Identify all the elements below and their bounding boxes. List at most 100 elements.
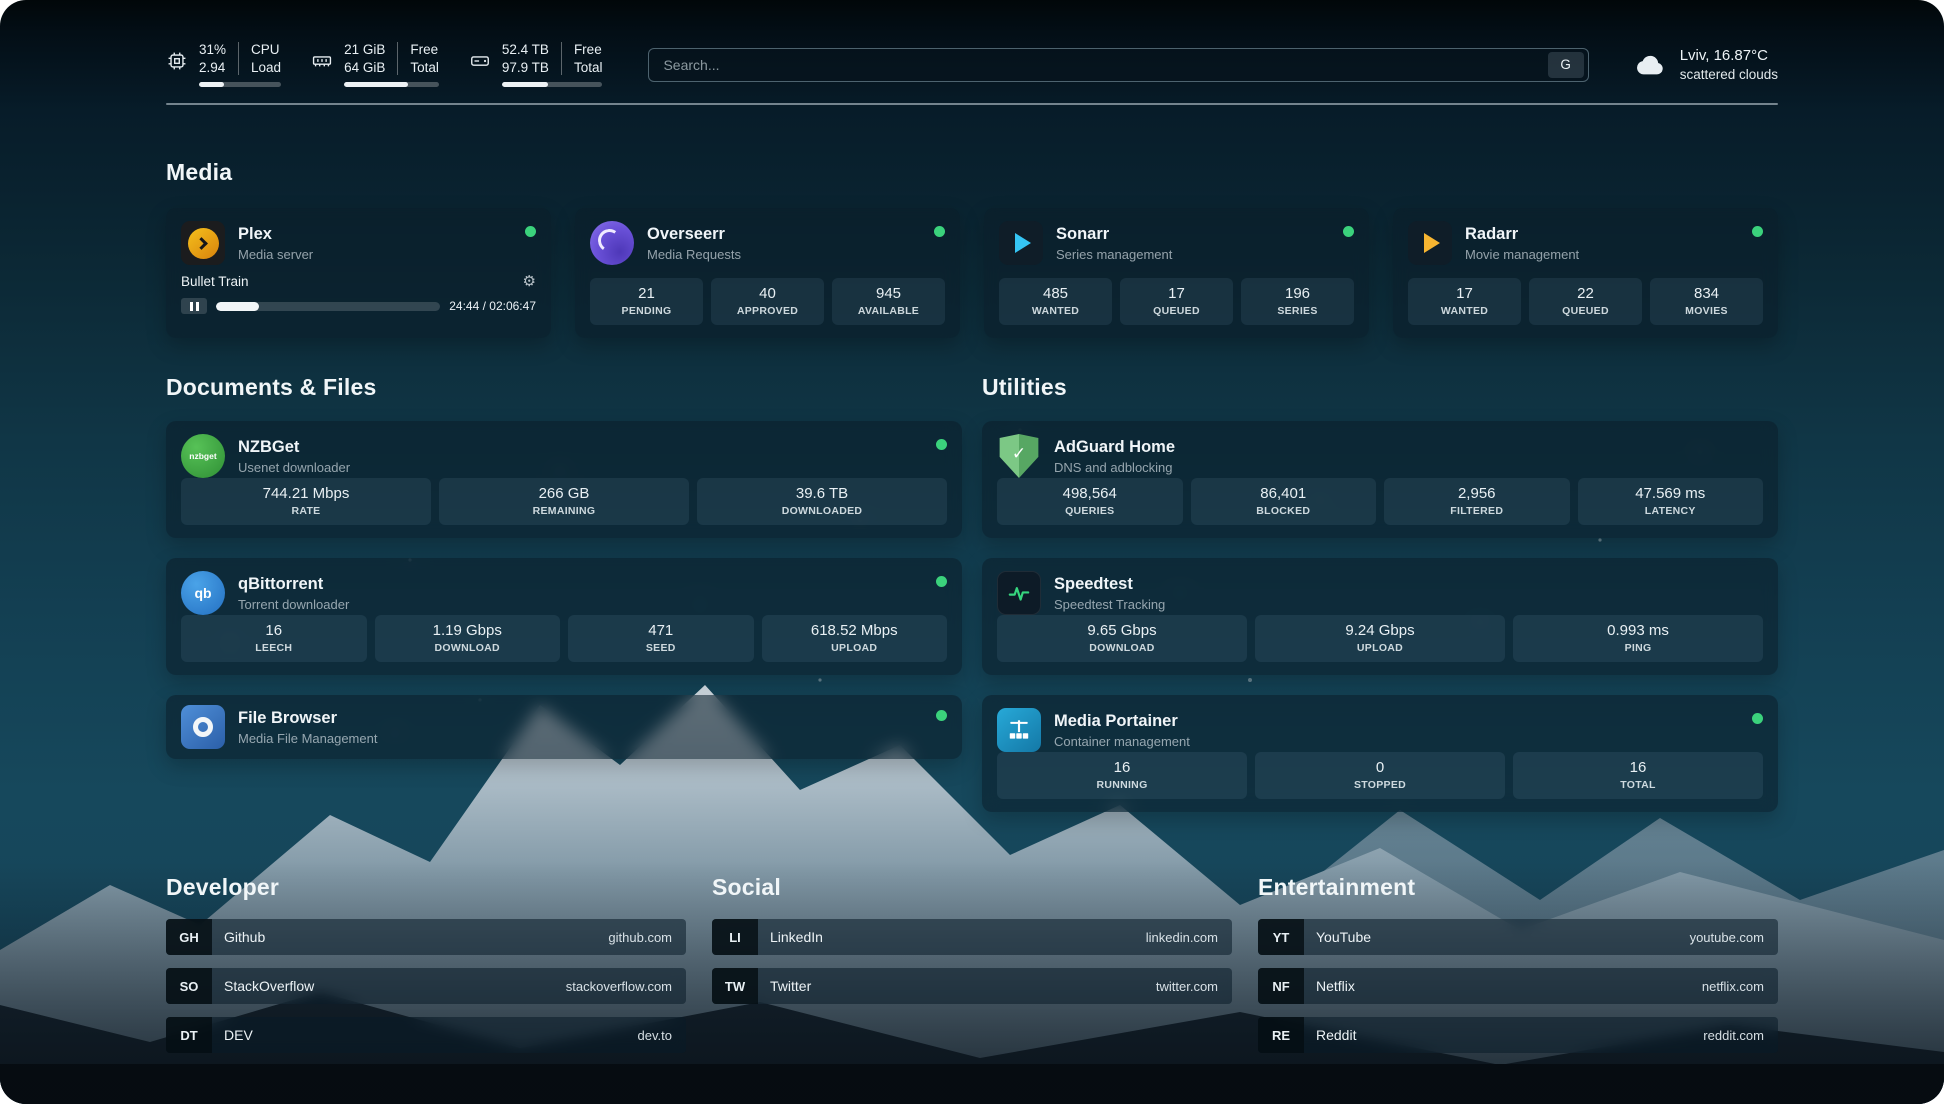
plex-now-playing-title: Bullet Train [181, 274, 249, 289]
radarr-card[interactable]: Radarr Movie management 17 WANTED 22 QUE… [1393, 208, 1778, 338]
stat-label: SERIES [1247, 305, 1348, 317]
stat-label: PENDING [596, 305, 697, 317]
bookmark-url: reddit.com [1703, 1028, 1778, 1043]
sonarr-icon [999, 221, 1043, 265]
filebrowser-card[interactable]: File Browser Media File Management [166, 695, 962, 759]
pause-button[interactable] [181, 298, 207, 314]
stat-label: APPROVED [717, 305, 818, 317]
ram-icon [311, 50, 333, 72]
documents-section-title: Documents & Files [166, 374, 962, 401]
sonarr-status-dot [1343, 226, 1354, 237]
stat-value: 485 [1005, 285, 1106, 302]
qbittorrent-card[interactable]: qb qBittorrent Torrent downloader 16 LEE… [166, 558, 962, 675]
portainer-card[interactable]: Media Portainer Container management 16 … [982, 695, 1778, 812]
bookmark-name: DEV [224, 1027, 253, 1043]
disk-icon [469, 50, 491, 72]
bookmark-url: youtube.com [1690, 930, 1778, 945]
stat-value: 9.24 Gbps [1261, 622, 1499, 639]
stat-label: SEED [574, 642, 748, 654]
plex-progress-time: 24:44 / 02:06:47 [449, 299, 536, 313]
overseerr-card[interactable]: Overseerr Media Requests 21 PENDING 40 A… [575, 208, 960, 338]
stat-value: 40 [717, 285, 818, 302]
weather-location-temp: Lviv, 16.87°C [1680, 47, 1778, 64]
stat-box: 17 WANTED [1408, 278, 1521, 325]
bookmark-twitter[interactable]: TW Twitter twitter.com [712, 968, 1232, 1004]
stat-label: WANTED [1414, 305, 1515, 317]
cpu-usage-fill [199, 82, 224, 87]
dashboard-screen: 31% 2.94 CPU Load [0, 0, 1944, 1104]
stat-value: 47.569 ms [1584, 485, 1758, 502]
linkedin-favicon: LI [712, 919, 758, 955]
disk-usage-fill [502, 82, 548, 87]
bookmark-stackoverflow[interactable]: SO StackOverflow stackoverflow.com [166, 968, 686, 1004]
media-section-title: Media [166, 159, 1778, 186]
nzbget-status-dot [936, 439, 947, 450]
stat-value: 9.65 Gbps [1003, 622, 1241, 639]
plex-icon [181, 221, 225, 265]
search-input[interactable] [649, 57, 1547, 73]
nzbget-icon: nzbget [181, 434, 225, 478]
stat-value: 618.52 Mbps [768, 622, 942, 639]
adguard-name: AdGuard Home [1054, 438, 1175, 457]
speedtest-subtitle: Speedtest Tracking [1054, 597, 1165, 612]
bookmark-reddit[interactable]: RE Reddit reddit.com [1258, 1017, 1778, 1053]
bookmark-name: LinkedIn [770, 929, 823, 945]
bookmark-github[interactable]: GH Github github.com [166, 919, 686, 955]
nzbget-card[interactable]: nzbget NZBGet Usenet downloader 744.21 M… [166, 421, 962, 538]
stat-label: DOWNLOAD [1003, 642, 1241, 654]
portainer-subtitle: Container management [1054, 734, 1190, 749]
gear-icon[interactable]: ⚙ [523, 274, 536, 289]
stat-box: 16 RUNNING [997, 752, 1247, 799]
media-section: Media Plex Media server Bullet Train [166, 159, 1778, 338]
bookmark-name: Twitter [770, 978, 811, 994]
stat-box: 834 MOVIES [1650, 278, 1763, 325]
stat-box: 22 QUEUED [1529, 278, 1642, 325]
stat-box: 9.24 Gbps UPLOAD [1255, 615, 1505, 662]
overseerr-status-dot [934, 226, 945, 237]
plex-progress-bar[interactable] [216, 302, 440, 311]
sonarr-subtitle: Series management [1056, 247, 1172, 262]
bookmark-youtube[interactable]: YT YouTube youtube.com [1258, 919, 1778, 955]
adguard-card[interactable]: ✓ AdGuard Home DNS and adblocking 498,56… [982, 421, 1778, 538]
stat-box: 16 TOTAL [1513, 752, 1763, 799]
netflix-favicon: NF [1258, 968, 1304, 1004]
speedtest-card[interactable]: Speedtest Speedtest Tracking 9.65 Gbps D… [982, 558, 1778, 675]
cpu-widget: 31% 2.94 CPU Load [166, 42, 281, 87]
bookmark-name: Github [224, 929, 265, 945]
qbittorrent-status-dot [936, 576, 947, 587]
plex-card[interactable]: Plex Media server Bullet Train ⚙ [166, 208, 551, 338]
plex-status-dot [525, 226, 536, 237]
stat-value: 22 [1535, 285, 1636, 302]
stat-value: 266 GB [445, 485, 683, 502]
disk-total-value: 97.9 TB [502, 60, 549, 75]
stat-value: 0.993 ms [1519, 622, 1757, 639]
portainer-name: Media Portainer [1054, 712, 1190, 731]
stackoverflow-favicon: SO [166, 968, 212, 1004]
stat-label: QUEUED [1126, 305, 1227, 317]
sonarr-card[interactable]: Sonarr Series management 485 WANTED 17 Q… [984, 208, 1369, 338]
stat-value: 21 [596, 285, 697, 302]
cpu-icon [166, 50, 188, 72]
disk-widget: 52.4 TB 97.9 TB Free Total [469, 42, 603, 87]
portainer-crane-icon [997, 708, 1041, 752]
stat-box: 17 QUEUED [1120, 278, 1233, 325]
search-engine-button[interactable]: G [1548, 52, 1584, 78]
youtube-favicon: YT [1258, 919, 1304, 955]
radarr-subtitle: Movie management [1465, 247, 1579, 262]
filebrowser-status-dot [936, 710, 947, 721]
stat-box: 16 LEECH [181, 615, 367, 662]
bookmark-url: stackoverflow.com [566, 979, 686, 994]
overseerr-name: Overseerr [647, 225, 741, 244]
topbar-divider [166, 103, 1778, 105]
bookmark-dev[interactable]: DT DEV dev.to [166, 1017, 686, 1053]
stat-box: 196 SERIES [1241, 278, 1354, 325]
stat-value: 0 [1261, 759, 1499, 776]
stat-label: BLOCKED [1197, 505, 1371, 517]
stat-label: STOPPED [1261, 779, 1499, 791]
bookmark-linkedin[interactable]: LI LinkedIn linkedin.com [712, 919, 1232, 955]
bookmark-netflix[interactable]: NF Netflix netflix.com [1258, 968, 1778, 1004]
stat-box: 266 GB REMAINING [439, 478, 689, 525]
stat-box: 0 STOPPED [1255, 752, 1505, 799]
stat-box: 39.6 TB DOWNLOADED [697, 478, 947, 525]
system-widgets: 31% 2.94 CPU Load [166, 42, 602, 87]
